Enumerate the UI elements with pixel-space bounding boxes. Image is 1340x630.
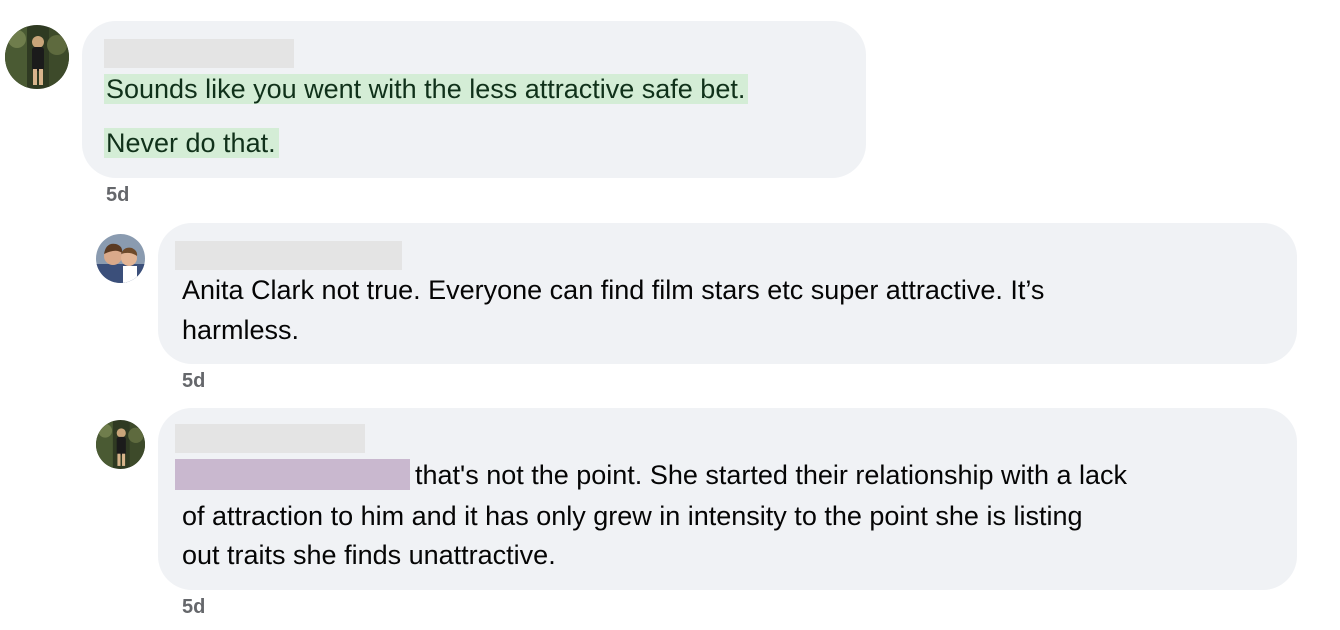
- comment-text-line: Never do that.: [104, 123, 279, 163]
- comment-timestamp[interactable]: 5d: [182, 370, 205, 393]
- redacted-mention[interactable]: [175, 459, 410, 490]
- redacted-author-name[interactable]: [175, 424, 365, 453]
- redacted-author-name[interactable]: [104, 39, 294, 68]
- comment-text-line: of attraction to him and it has only gre…: [182, 501, 1083, 531]
- comment-timestamp[interactable]: 5d: [106, 184, 129, 207]
- comment-text-line: that's not the point. She started their …: [175, 455, 1128, 495]
- comment-text-line: Anita Clark not true. Everyone can find …: [182, 275, 1045, 305]
- comment-bubble: Sounds like you went with the less attra…: [82, 21, 866, 178]
- avatar[interactable]: [5, 25, 69, 89]
- comment-bubble: that's not the point. She started their …: [158, 408, 1297, 590]
- comment-text-line: harmless.: [182, 315, 300, 345]
- avatar[interactable]: [96, 234, 145, 283]
- highlighted-text: Never do that.: [104, 128, 279, 158]
- comment-timestamp[interactable]: 5d: [182, 596, 205, 619]
- highlighted-text: Sounds like you went with the less attra…: [104, 74, 749, 104]
- avatar[interactable]: [96, 420, 145, 469]
- comment-text-line: Sounds like you went with the less attra…: [104, 69, 749, 109]
- comment-bubble: Anita Clark not true. Everyone can find …: [158, 223, 1297, 364]
- comment-text-line: out traits she finds unattractive.: [182, 540, 556, 570]
- redacted-author-name[interactable]: [175, 241, 402, 270]
- comment-text-segment: that's not the point. She started their …: [415, 460, 1128, 490]
